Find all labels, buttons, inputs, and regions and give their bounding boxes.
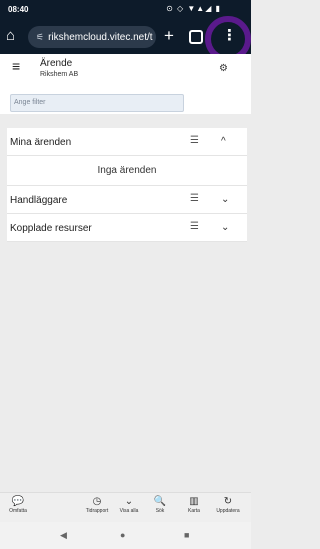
site-settings-icon[interactable]: ⚟ [36,32,44,42]
nav-tidrapport[interactable]: ◷ Tidrapport [81,496,113,514]
status-bar: 08:40 ⊙ ◇ ▼▲◢ ▮ [0,0,251,20]
sort-icon[interactable]: ☰ [190,221,199,232]
clock-icon: ◷ [92,496,102,507]
chevron-down-icon[interactable]: ⌄ [221,194,229,205]
empty-state-text: Inga ärenden [7,156,247,186]
nav-label: Uppdatera [216,508,240,514]
tab-switcher-button[interactable] [189,30,203,44]
chevron-down-icon: ⌄ [124,496,134,507]
nav-label: Visa alla [119,508,139,514]
nav-visa-alla[interactable]: ⌄ Visa alla [113,496,145,514]
system-navigation: ◀ ● ■ [0,522,251,549]
section-label: Handläggare [10,195,68,206]
section-label: Kopplade resurser [10,223,92,234]
settings-gear-icon[interactable]: ⚙ [219,63,228,74]
nav-karta[interactable]: ▥ Karta [178,496,210,514]
nav-label: Sök [155,508,165,514]
more-options-icon[interactable]: ⋮ [222,28,237,43]
nav-sok[interactable]: 🔍 Sök [144,496,176,514]
nav-omfatta[interactable]: 💬 Omfatta [2,496,34,514]
nav-label: Karta [188,508,200,514]
nav-uppdatera[interactable]: ↻ Uppdatera [212,496,244,514]
status-icons: ⊙ ◇ ▼▲◢ ▮ [166,4,221,13]
company-name: Rikshem AB [40,71,79,78]
bottom-navigation: 💬 Omfatta ◷ Tidrapport ⌄ Visa alla 🔍 Sök… [0,492,251,522]
recents-icon[interactable]: ■ [184,530,189,540]
section-kopplade-resurser[interactable]: Kopplade resurser ☰ ⌄ [7,214,247,242]
chevron-up-icon[interactable]: ^ [221,136,226,147]
search-icon: 🔍 [153,496,167,507]
hamburger-menu-icon[interactable]: ≡ [12,59,20,73]
sort-icon[interactable]: ☰ [190,135,199,146]
chat-icon: 💬 [11,496,25,507]
chevron-down-icon[interactable]: ⌄ [221,222,229,233]
refresh-icon: ↻ [223,496,233,507]
nav-label: Omfatta [9,508,27,514]
status-time: 08:40 [8,5,29,14]
section-mina-arenden[interactable]: Mina ärenden ☰ ^ [7,128,247,156]
case-sections: Mina ärenden ☰ ^ Inga ärenden Handläggar… [7,128,247,242]
filter-input[interactable]: Ange filter [10,94,184,112]
url-text: rikshemcloud.vitec.net/t [48,32,153,43]
page-title: Ärende [40,58,73,69]
section-label: Mina ärenden [10,137,72,148]
home-icon[interactable]: ⌂ [6,28,22,44]
new-tab-button[interactable]: + [164,26,174,46]
home-button-icon[interactable]: ● [120,530,125,540]
app-header: ≡ Ärende Rikshem AB ⚙ [0,54,251,86]
back-icon[interactable]: ◀ [60,530,67,541]
address-bar[interactable]: ⚟ rikshemcloud.vitec.net/t [28,26,156,48]
filter-area: Ange filter [0,86,251,114]
sort-icon[interactable]: ☰ [190,193,199,204]
map-icon: ▥ [189,496,199,507]
nav-label: Tidrapport [85,508,109,514]
section-handlaggare[interactable]: Handläggare ☰ ⌄ [7,186,247,214]
